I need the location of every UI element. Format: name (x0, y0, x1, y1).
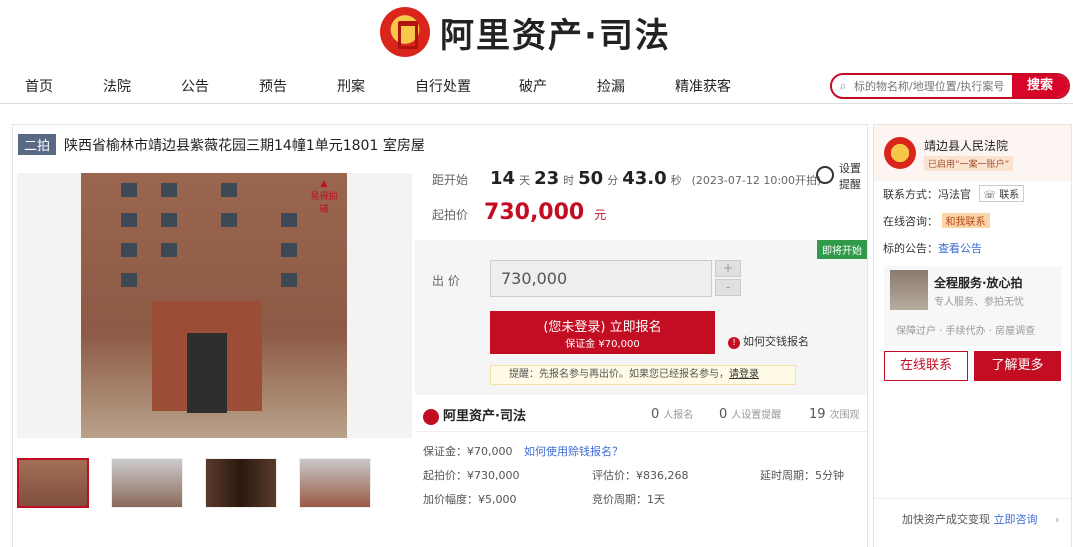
nav-item-notice[interactable]: 公告 (181, 76, 209, 96)
nav-item-court[interactable]: 法院 (103, 76, 131, 96)
detail-eval-price: 评估价：¥836,268 (592, 469, 689, 482)
brand-logo-icon (423, 408, 439, 425)
account-badge: 已启用“一案一账户” (924, 156, 1014, 171)
view-notice-link[interactable]: 查看公告 (938, 242, 982, 255)
nav-item-precise[interactable]: 精准获客 (675, 76, 731, 96)
stats-brand: 阿里资产·司法 (423, 405, 526, 425)
entrance-door (187, 333, 227, 413)
round-tag: 二拍 (18, 134, 57, 155)
service-subtitle: 专人服务、参拍无忧 (934, 297, 1024, 308)
price-box: 距开始 14 天 23 时 50 分 43.0 秒 (2023-07-12 10… (415, 158, 867, 240)
start-price-label: 起拍价 (432, 208, 469, 222)
logo-text: 阿里资产·司法 (440, 15, 671, 56)
start-price-row: 起拍价 730,000 元 (432, 200, 606, 225)
service-card[interactable]: 全程服务·放心拍 专人服务、参拍无忧 保障过户 · 手续代办 · 房屋调查 (884, 266, 1062, 346)
consult-now-link[interactable]: 立即咨询 (994, 513, 1038, 526)
login-link[interactable]: 请登录 (729, 369, 759, 380)
contact-row: 联系方式：冯法官 ☏ 联系 (883, 185, 1025, 202)
bid-amount-input[interactable]: 730,000 (490, 260, 712, 297)
set-reminder-button[interactable]: 设置 提醒 (812, 160, 868, 192)
signup-count: 0 人报名 (651, 407, 694, 422)
thumbnail-strip (17, 458, 371, 508)
consult-footer[interactable]: 加快资产成交变现 立即咨询 › (874, 498, 1071, 534)
site-logo[interactable]: 阿里资产·司法 (380, 4, 671, 60)
chevron-right-icon: › (1055, 513, 1060, 526)
countdown: 距开始 14 天 23 时 50 分 43.0 秒 (2023-07-12 10… (432, 168, 822, 189)
search-bar: ⌕ 搜索 (830, 73, 1070, 99)
search-button[interactable]: 搜索 (1012, 75, 1068, 97)
detail-period: 竞价周期：1天 (592, 493, 665, 506)
thumbnail-1[interactable] (17, 458, 89, 508)
info-icon: ! (728, 337, 740, 349)
detail-increment: 加价幅度：¥5,000 (423, 493, 517, 506)
countdown-label: 距开始 (432, 173, 469, 187)
chat-button[interactable]: 和我联系 (941, 213, 990, 228)
detail-delay: 延时周期：5分钟 (760, 469, 844, 482)
start-price-value: 730,000 (484, 200, 585, 225)
search-icon: ⌕ (839, 78, 847, 94)
lot-title: 陕西省榆林市靖边县紫薇花园三期14幢1单元1801 室房屋 (64, 137, 425, 154)
view-count: 19 次围观 (809, 407, 860, 422)
service-features: 保障过户 · 手续代办 · 房屋调查 (896, 326, 1036, 337)
how-to-pay-link[interactable]: ! 如何交钱报名 (728, 333, 809, 349)
lot-title-row: 二拍 陕西省榆林市靖边县紫薇花园三期14幢1单元1801 室房屋 (18, 134, 425, 155)
stats-bar: 阿里资产·司法 0 人报名 0 人设置提醒 19 次围观 (415, 397, 867, 432)
watermark-logo: ▲ 易得拍辅 (310, 179, 338, 215)
deposit-info: 保证金：¥70,000 如何使用赊钱报名？ (423, 445, 623, 458)
thumbnail-3[interactable] (205, 458, 277, 508)
judge-name: 冯法官 (938, 188, 971, 201)
nav-item-bargain[interactable]: 捡漏 (597, 76, 625, 96)
nav-item-self-disposal[interactable]: 自行处置 (415, 76, 471, 96)
start-time-note: (2023-07-12 10:00开拍) (691, 174, 822, 187)
court-logo-icon (884, 137, 916, 169)
court-emblem-icon (380, 7, 430, 57)
bid-label: 出 价 (432, 274, 460, 288)
thumbnail-2[interactable] (111, 458, 183, 508)
building-thumb (890, 270, 928, 310)
status-badge: 即将开始 (817, 240, 867, 259)
countdown-hours: 23 (534, 168, 560, 189)
online-contact-button[interactable]: 在线联系 (884, 351, 968, 381)
online-consult-row: 在线咨询： 和我联系 (883, 213, 990, 229)
bid-stepper: + - (715, 260, 741, 298)
countdown-mins: 50 (578, 168, 604, 189)
nav-item-criminal[interactable]: 刑案 (337, 76, 365, 96)
main-photo[interactable]: ▲ 易得拍辅 (17, 173, 412, 438)
decrease-bid-button[interactable]: - (715, 279, 741, 296)
contact-button[interactable]: ☏ 联系 (978, 185, 1025, 202)
nav-item-bankruptcy[interactable]: 破产 (519, 76, 547, 96)
login-tip: 提醒：先报名参与再出价。如果您已经报名参与，请登录 (490, 365, 796, 385)
credit-signup-link[interactable]: 如何使用赊钱报名？ (524, 445, 623, 458)
thumbnail-4[interactable] (299, 458, 371, 508)
notice-row: 标的公告：查看公告 (883, 242, 982, 255)
bid-area: 即将开始 出 价 730,000 + - (您未登录) 立即报名 保证金 ¥70… (415, 240, 867, 395)
start-price-unit: 元 (594, 208, 607, 222)
court-name[interactable]: 靖边县人民法院 (924, 137, 1008, 154)
countdown-secs: 43.0 (622, 168, 667, 189)
learn-more-button[interactable]: 了解更多 (974, 351, 1061, 381)
nav-item-home[interactable]: 首页 (25, 76, 53, 96)
alarm-clock-icon (816, 166, 834, 184)
nav-item-preview[interactable]: 预告 (259, 76, 287, 96)
increase-bid-button[interactable]: + (715, 260, 741, 277)
reminder-count: 0 人设置提醒 (719, 407, 782, 422)
signup-button[interactable]: (您未登录) 立即报名 保证金 ¥70,000 (490, 311, 715, 354)
detail-start-price: 起拍价：¥730,000 (423, 469, 520, 482)
service-title: 全程服务·放心拍 (934, 276, 1023, 290)
countdown-days: 14 (490, 168, 516, 189)
search-input[interactable] (854, 79, 1012, 93)
